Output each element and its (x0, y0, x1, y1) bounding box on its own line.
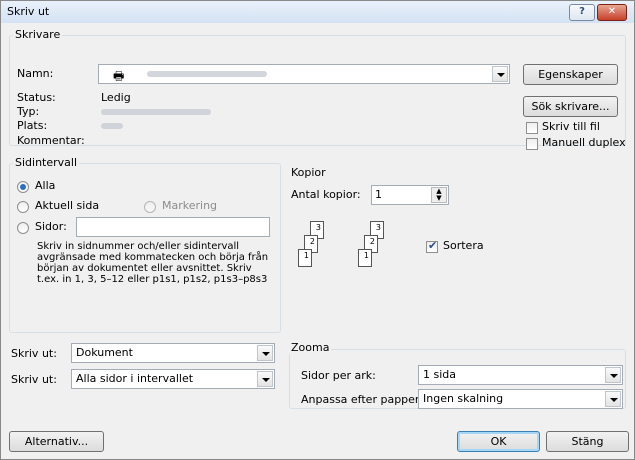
printer-name-label: Namn: (17, 67, 54, 80)
manual-duplex-checkbox[interactable] (526, 138, 538, 150)
zoom-group-label: Zooma (289, 341, 332, 354)
location-value (101, 123, 123, 129)
options-button[interactable]: Alternativ... (9, 431, 104, 452)
pages-per-sheet-label: Sidor per ark: (301, 369, 376, 382)
pages-per-sheet-value: 1 sida (423, 368, 457, 381)
title-bar: Skriv ut ? ✕ (1, 1, 634, 23)
dialog-title: Skriv ut (7, 5, 50, 18)
page-1-icon: 1 (298, 249, 312, 267)
ok-button[interactable]: OK (457, 431, 540, 452)
chevron-down-icon[interactable] (605, 391, 621, 407)
pages-input[interactable] (76, 217, 270, 237)
all-pages-radio[interactable] (17, 181, 29, 193)
close-button-label: Stäng (571, 435, 604, 448)
find-printer-button[interactable]: Sök skrivare... (523, 96, 618, 117)
pages-label[interactable]: Sidor: (35, 220, 67, 233)
print-value: Alla sidor i intervallet (76, 372, 194, 385)
find-printer-button-label: Sök skrivare... (531, 100, 610, 113)
current-page-radio[interactable] (17, 201, 29, 213)
copies-spinner[interactable]: ▲ ▼ (431, 187, 447, 203)
chevron-down-icon[interactable] (257, 371, 273, 387)
chevron-down-icon[interactable] (605, 367, 621, 383)
print-select[interactable]: Alla sidor i intervallet (71, 369, 275, 389)
help-button[interactable]: ? (569, 4, 595, 21)
copies-group-label: Kopior (291, 166, 326, 179)
printer-name-value (147, 71, 267, 77)
collate-label[interactable]: Sortera (443, 239, 484, 252)
properties-button-label: Egenskaper (538, 68, 603, 81)
scale-to-paper-select[interactable]: Ingen skalning (418, 389, 623, 409)
status-value: Ledig (101, 91, 131, 104)
selection-label: Markering (162, 199, 218, 212)
selection-radio (144, 201, 156, 213)
page-range-help-text: Skriv in sidnummer och/eller sidinterval… (37, 241, 269, 285)
type-value (101, 109, 211, 115)
close-button[interactable]: Stäng (546, 431, 629, 452)
chevron-down-icon[interactable] (257, 345, 273, 361)
options-button-label: Alternativ... (24, 435, 89, 448)
print-dialog: Skriv ut ? ✕ Skrivare Namn: 🖶 Egenskaper… (0, 0, 635, 460)
collate-checkbox[interactable] (426, 239, 438, 253)
page-range-label: Sidintervall (13, 156, 80, 169)
current-page-label[interactable]: Aktuell sida (35, 199, 99, 212)
properties-button[interactable]: Egenskaper (523, 64, 618, 85)
pages-per-sheet-select[interactable]: 1 sida (418, 365, 623, 385)
close-window-button[interactable]: ✕ (597, 4, 627, 21)
pages-radio[interactable] (17, 222, 29, 234)
comment-label: Kommentar: (17, 134, 85, 147)
print-label: Skriv ut: (11, 373, 57, 386)
scale-to-paper-label: Anpassa efter papper: (301, 393, 423, 406)
print-what-select[interactable]: Dokument (71, 343, 275, 363)
location-label: Plats: (17, 119, 48, 132)
print-to-file-label[interactable]: Skriv till fil (542, 120, 600, 133)
type-label: Typ: (17, 105, 40, 118)
print-to-file-checkbox[interactable] (526, 122, 538, 134)
print-what-value: Dokument (76, 346, 133, 359)
print-what-label: Skriv ut: (11, 347, 57, 360)
status-label: Status: (17, 91, 56, 104)
copies-count-label: Antal kopior: (291, 188, 361, 201)
page-1b-icon: 1 (358, 249, 372, 267)
printer-icon: 🖶 (113, 69, 125, 83)
manual-duplex-label[interactable]: Manuell duplex (542, 136, 626, 149)
scale-to-paper-value: Ingen skalning (423, 392, 504, 405)
ok-button-label: OK (490, 435, 507, 448)
copies-count-value: 1 (375, 188, 382, 201)
copies-count-input[interactable]: 1 ▲ ▼ (371, 185, 449, 205)
all-pages-label[interactable]: Alla (35, 179, 55, 192)
printer-group-label: Skrivare (13, 28, 63, 41)
printer-name-select[interactable]: 🖶 (98, 64, 510, 84)
chevron-down-icon[interactable] (492, 66, 508, 82)
